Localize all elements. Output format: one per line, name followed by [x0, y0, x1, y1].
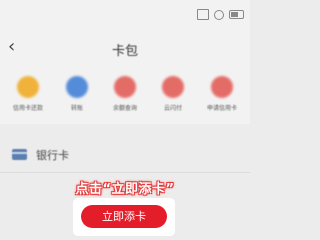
shortcut-quickpay[interactable]: 云闪付: [151, 72, 195, 120]
page-title: 卡包: [111, 44, 138, 59]
apply-card-icon: [211, 76, 233, 98]
section-label: 银行卡: [36, 149, 69, 162]
shortcut-label: 转账: [70, 105, 83, 112]
status-icons: [197, 9, 244, 20]
message-icon: [197, 9, 209, 20]
quickpay-icon: [162, 76, 184, 98]
shortcut-balance-query[interactable]: 余额查询: [103, 72, 147, 120]
shortcut-label: 余额查询: [112, 105, 137, 112]
divider: [0, 172, 250, 173]
shortcut-apply-card[interactable]: 申请信用卡: [200, 72, 244, 120]
credit-repay-icon: [17, 76, 39, 98]
instruction-hint: 点击“立即添卡”: [75, 182, 175, 197]
navigation-bar: ‹ 卡包: [0, 30, 250, 66]
battery-icon: [229, 10, 244, 19]
balance-query-icon: [114, 76, 136, 98]
transfer-icon: [66, 76, 88, 98]
notification-icon: [214, 9, 224, 20]
bank-card-icon: [12, 149, 27, 160]
shortcut-label: 申请信用卡: [206, 105, 237, 112]
shortcut-label: 云闪付: [163, 105, 182, 112]
shortcut-label: 信用卡还款: [12, 105, 43, 112]
shortcut-transfer[interactable]: 转账: [55, 72, 99, 120]
shortcut-credit-repay[interactable]: 信用卡还款: [6, 72, 50, 120]
status-bar: [0, 0, 250, 30]
add-card-button[interactable]: 立即添卡: [81, 205, 167, 228]
shortcut-row: 信用卡还款 转账 余额查询 云闪付 申请信用卡: [0, 66, 250, 124]
bank-card-section: 银行卡: [0, 138, 250, 168]
